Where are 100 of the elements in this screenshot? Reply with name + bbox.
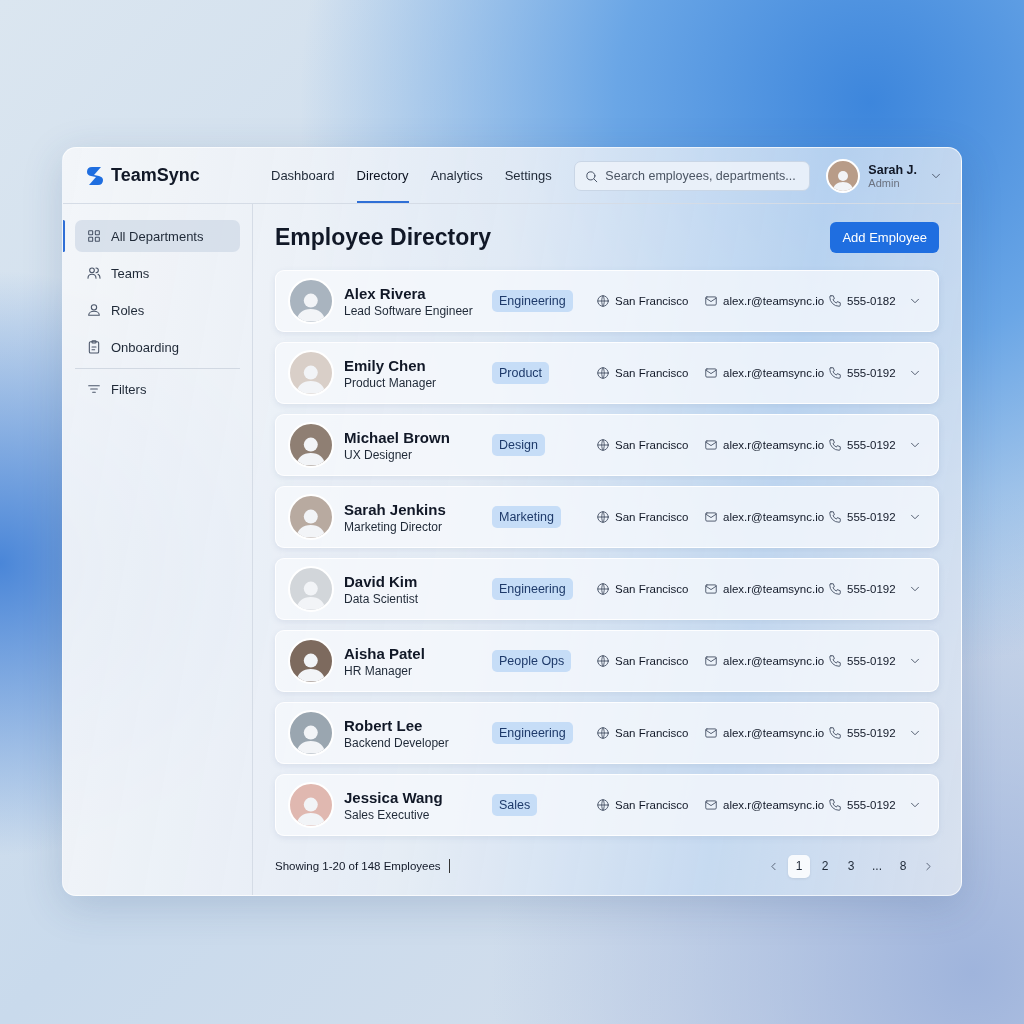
avatar-placeholder xyxy=(288,422,334,468)
employee-name: Aisha Patel xyxy=(344,644,426,662)
globe-icon xyxy=(596,294,610,308)
employee-title: Backend Developer xyxy=(344,735,450,750)
employee-location: San Francisco xyxy=(615,655,689,667)
globe-icon xyxy=(596,438,610,452)
department-tag: Engineering xyxy=(492,578,573,600)
mail-icon xyxy=(704,726,718,740)
search-icon xyxy=(584,168,600,184)
phone-icon xyxy=(828,366,842,380)
page-button[interactable]: 8 xyxy=(892,854,914,878)
app-name: TeamSync xyxy=(111,165,200,186)
sidebar-item[interactable]: Teams xyxy=(75,257,240,289)
department-tag: Engineering xyxy=(492,290,573,312)
employee-location: San Francisco xyxy=(615,295,689,307)
employee-email: alex.r@teamsync.io xyxy=(723,727,825,739)
employee-title: UX Designer xyxy=(344,447,414,462)
add-employee-button[interactable]: Add Employee xyxy=(830,222,939,253)
department-tag: Sales xyxy=(492,794,538,816)
employee-card[interactable]: Sarah Jenkins Marketing Director Marketing San Francisco alex.r@teamsync.io 555-0192 xyxy=(275,486,939,548)
employee-location: San Francisco xyxy=(615,439,689,451)
mail-icon xyxy=(704,438,718,452)
employee-card[interactable]: Aisha Patel HR Manager People Ops San Francisco alex.r@teamsync.io 555-0192 xyxy=(275,630,939,692)
globe-icon xyxy=(596,798,610,812)
employee-email: alex.r@teamsync.io xyxy=(723,295,825,307)
mail-icon xyxy=(704,510,718,524)
employee-location: San Francisco xyxy=(615,367,689,379)
globe-icon xyxy=(596,366,610,380)
nav-tab[interactable]: Dashboard xyxy=(271,148,335,203)
globe-icon xyxy=(596,510,610,524)
page-button[interactable]: 2 xyxy=(814,854,836,878)
employee-card[interactable]: Jessica Wang Sales Executive Sales San Francisco alex.r@teamsync.io 555-0192 xyxy=(275,774,939,836)
employee-card[interactable]: Robert Lee Backend Developer Engineering San Francisco alex.r@teamsync.io 555-0192 xyxy=(275,702,939,764)
clipboard-icon xyxy=(86,339,102,355)
employee-name: David Kim xyxy=(344,572,419,590)
mail-icon xyxy=(704,654,718,668)
employee-email: alex.r@teamsync.io xyxy=(723,583,825,595)
employee-title: Product Manager xyxy=(344,375,438,390)
user-avatar xyxy=(826,158,861,193)
avatar-placeholder xyxy=(288,638,334,684)
employee-card[interactable]: Michael Brown UX Designer Design San Francisco alex.r@teamsync.io 555-0192 xyxy=(275,414,939,476)
users-icon xyxy=(86,265,102,281)
nav-tab[interactable]: Settings xyxy=(504,148,552,203)
employee-title: Lead Software Engineer xyxy=(344,303,474,318)
globe-icon xyxy=(596,726,610,740)
department-tag: Product xyxy=(492,362,550,384)
avatar-placeholder xyxy=(288,710,334,756)
phone-icon xyxy=(828,654,842,668)
avatar-placeholder xyxy=(288,494,334,540)
nav-tab[interactable]: Analytics xyxy=(430,148,483,203)
employee-name: Sarah Jenkins xyxy=(344,500,447,518)
page-button[interactable]: 1 xyxy=(788,854,810,878)
results-summary: Showing 1-20 of 148 Employees xyxy=(275,860,441,872)
avatar-placeholder xyxy=(288,782,334,828)
employee-title: Data Scientist xyxy=(344,591,420,606)
search-field[interactable]: Search employees, departments... xyxy=(574,160,811,191)
employee-phone: 555-0192 xyxy=(847,439,896,451)
page-button[interactable]: 3 xyxy=(840,854,862,878)
employee-card[interactable]: David Kim Data Scientist Engineering San Francisco alex.r@teamsync.io 555-0192 xyxy=(275,558,939,620)
employee-location: San Francisco xyxy=(615,511,689,523)
employee-title: Sales Executive xyxy=(344,807,431,822)
employee-location: San Francisco xyxy=(615,727,689,739)
department-tag: Design xyxy=(492,434,545,456)
mail-icon xyxy=(704,582,718,596)
filters-button[interactable]: Filters xyxy=(75,373,240,405)
globe-icon xyxy=(596,654,610,668)
department-tag: People Ops xyxy=(492,650,572,672)
employee-name: Jessica Wang xyxy=(344,788,444,806)
phone-icon xyxy=(828,726,842,740)
sidebar-item[interactable]: Roles xyxy=(75,294,240,326)
user-name: Sarah J. xyxy=(868,162,917,177)
employee-phone: 555-0192 xyxy=(847,583,896,595)
logo-icon xyxy=(85,164,105,187)
employee-email: alex.r@teamsync.io xyxy=(723,439,825,451)
phone-icon xyxy=(828,294,842,308)
phone-icon xyxy=(828,438,842,452)
employee-location: San Francisco xyxy=(615,799,689,811)
department-tag: Marketing xyxy=(492,506,561,528)
nav-tab[interactable]: Directory xyxy=(356,148,409,203)
avatar-placeholder xyxy=(288,350,334,396)
employee-name: Emily Chen xyxy=(344,356,427,374)
employee-name: Michael Brown xyxy=(344,428,451,446)
globe-icon xyxy=(596,582,610,596)
avatar-placeholder xyxy=(288,278,334,324)
employee-card[interactable]: Emily Chen Product Manager Product San Francisco alex.r@teamsync.io 555-0192 xyxy=(275,342,939,404)
employee-title: Marketing Director xyxy=(344,519,444,534)
employee-card[interactable]: Alex Rivera Lead Software Engineer Engineering San Francisco alex.r@teamsync.io 555-0182 xyxy=(275,270,939,332)
sidebar-item[interactable]: Onboarding xyxy=(75,331,240,363)
employee-title: HR Manager xyxy=(344,663,414,678)
employee-name: Robert Lee xyxy=(344,716,424,734)
employee-phone: 555-0192 xyxy=(847,655,896,667)
mail-icon xyxy=(704,798,718,812)
grid-icon xyxy=(86,228,102,244)
employee-email: alex.r@teamsync.io xyxy=(723,655,825,667)
employee-email: alex.r@teamsync.io xyxy=(723,799,825,811)
employee-phone: 555-0192 xyxy=(847,367,896,379)
phone-icon xyxy=(828,510,842,524)
mail-icon xyxy=(704,294,718,308)
employee-email: alex.r@teamsync.io xyxy=(723,511,825,523)
page-button[interactable]: ... xyxy=(866,854,888,878)
